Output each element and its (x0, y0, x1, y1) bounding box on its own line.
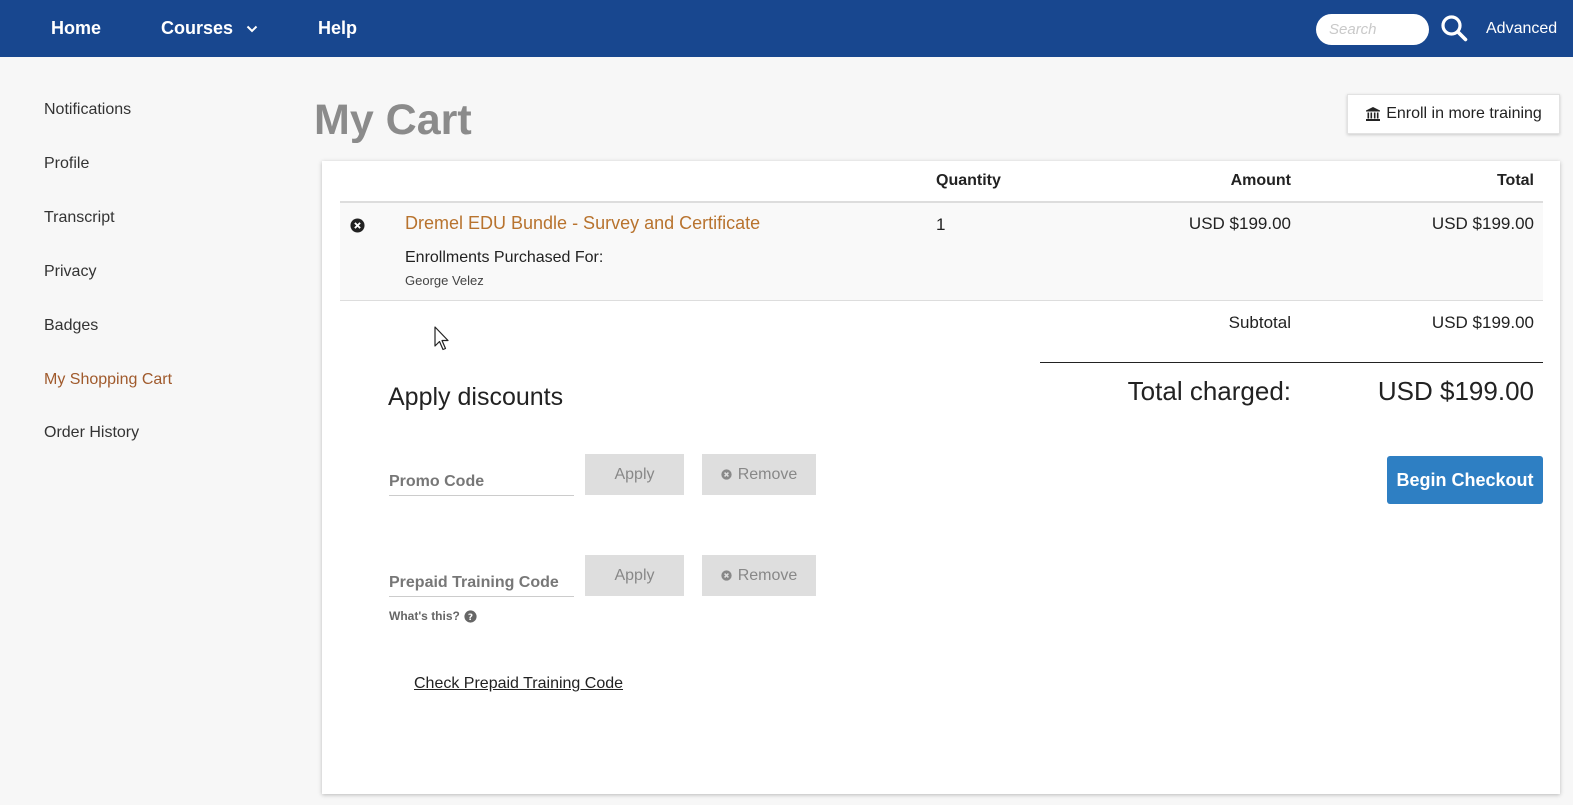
nav-courses-menu[interactable]: Courses (161, 0, 258, 57)
sidebar-item-profile[interactable]: Profile (44, 155, 89, 173)
promo-remove-button[interactable]: Remove (702, 454, 816, 495)
apply-discounts-heading: Apply discounts (388, 383, 564, 411)
prepaid-remove-label: Remove (737, 566, 798, 584)
remove-circle-icon (721, 469, 732, 480)
question-circle-icon: ? (464, 609, 477, 622)
mouse-cursor-icon (434, 326, 449, 351)
whats-this-help-link[interactable]: What's this? ? (389, 609, 477, 623)
promo-apply-button[interactable]: Apply (585, 454, 684, 495)
column-header-amount: Amount (1230, 172, 1291, 189)
prepaid-apply-button[interactable]: Apply (585, 555, 684, 596)
subtotal-value: USD $199.00 (1431, 313, 1534, 332)
search-input[interactable] (1316, 14, 1429, 45)
purchased-for-name: George Velez (405, 273, 484, 288)
nav-home-link[interactable]: Home (51, 0, 101, 57)
column-header-quantity: Quantity (936, 172, 1001, 189)
subtotal-label: Subtotal (1228, 313, 1291, 332)
search-icon[interactable] (1440, 14, 1468, 42)
prepaid-remove-button[interactable]: Remove (702, 555, 816, 596)
item-total: USD $199.00 (1431, 214, 1534, 233)
sidebar-item-privacy[interactable]: Privacy (44, 263, 96, 281)
cart-item-name-link[interactable]: Dremel EDU Bundle - Survey and Certifica… (405, 213, 760, 234)
column-header-total: Total (1496, 172, 1534, 189)
advanced-search-link[interactable]: Advanced (1486, 0, 1557, 57)
sidebar-item-notifications[interactable]: Notifications (44, 101, 131, 119)
svg-text:?: ? (468, 612, 473, 622)
total-charged-value: USD $199.00 (1377, 376, 1534, 406)
sidebar-item-my-shopping-cart[interactable]: My Shopping Cart (44, 371, 172, 389)
sidebar-item-transcript[interactable]: Transcript (44, 209, 115, 227)
item-quantity: 1 (936, 215, 946, 234)
top-nav: Home Courses Help Advanced (0, 0, 1573, 57)
enroll-more-button[interactable]: Enroll in more training (1347, 94, 1560, 134)
sidebar-item-order-history[interactable]: Order History (44, 424, 139, 442)
nav-help-link[interactable]: Help (318, 0, 357, 57)
promo-code-input[interactable] (389, 468, 574, 496)
remove-circle-icon (721, 570, 732, 581)
total-divider (1040, 362, 1543, 363)
remove-item-icon[interactable] (350, 218, 365, 233)
chevron-down-icon (246, 26, 258, 33)
purchased-for-label: Enrollments Purchased For: (405, 249, 604, 266)
nav-courses-label: Courses (161, 18, 234, 38)
sidebar-item-badges[interactable]: Badges (44, 317, 98, 335)
promo-remove-label: Remove (737, 465, 798, 483)
whats-this-label: What's this? (389, 609, 460, 623)
item-amount: USD $199.00 (1188, 214, 1291, 233)
check-prepaid-code-link[interactable]: Check Prepaid Training Code (414, 675, 623, 693)
total-charged-label: Total charged: (1127, 376, 1291, 406)
prepaid-training-code-input[interactable] (389, 569, 574, 597)
enroll-more-label: Enroll in more training (1386, 105, 1542, 122)
institution-icon (1366, 107, 1381, 121)
page-title: My Cart (314, 96, 472, 144)
begin-checkout-button[interactable]: Begin Checkout (1387, 456, 1543, 504)
